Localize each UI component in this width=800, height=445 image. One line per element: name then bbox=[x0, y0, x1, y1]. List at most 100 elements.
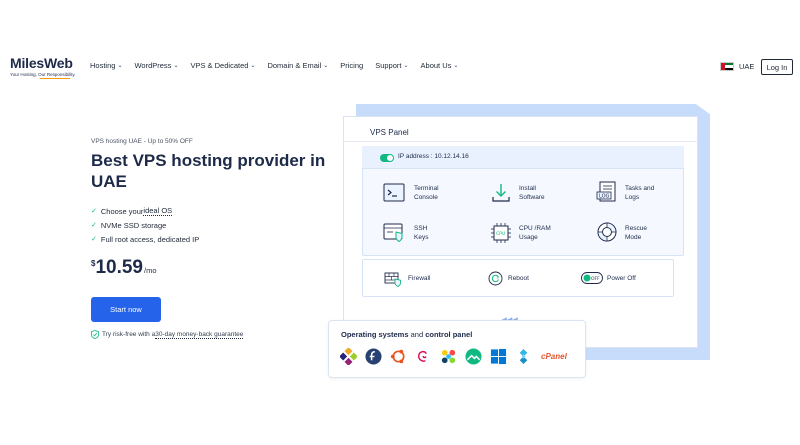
nav-label: WordPress bbox=[134, 61, 172, 70]
feature-text: Choose your bbox=[100, 206, 144, 216]
brand-logo[interactable]: MilesWeb Your Hosting, Our Responsibilit… bbox=[10, 55, 76, 79]
price: $ 10.59 /mo bbox=[91, 257, 157, 279]
svg-text:LOG: LOG bbox=[599, 194, 610, 200]
guarantee-text: Try risk-free with a bbox=[102, 331, 156, 338]
nav-item-support[interactable]: Support ⌄ bbox=[375, 61, 408, 70]
nav-label: Domain & Email bbox=[267, 61, 322, 70]
panel-title: VPS Panel bbox=[370, 128, 409, 137]
reboot-icon[interactable] bbox=[488, 271, 503, 286]
centos-icon bbox=[340, 348, 357, 365]
label-line: Logs bbox=[625, 194, 640, 201]
reboot-label[interactable]: Reboot bbox=[508, 275, 529, 282]
windows-icon bbox=[490, 348, 507, 365]
os-card-title: Operating systems and control panel bbox=[341, 330, 472, 339]
cloudlinux-icon bbox=[519, 348, 528, 365]
login-button[interactable]: Log In bbox=[761, 59, 793, 75]
check-icon: ✓ bbox=[91, 208, 97, 215]
logo-underline bbox=[40, 78, 70, 79]
start-now-button[interactable]: Start now bbox=[91, 297, 161, 322]
nav-item-about-us[interactable]: About Us ⌄ bbox=[421, 61, 459, 70]
label-line: Usage bbox=[519, 234, 538, 241]
feature-label[interactable]: CPU /RAM Usage bbox=[519, 224, 551, 242]
ubuntu-icon bbox=[390, 349, 405, 364]
os-icon-row: cPanel bbox=[340, 348, 567, 365]
logs-icon: LOG bbox=[596, 181, 616, 202]
download-icon bbox=[492, 184, 510, 202]
site-header: MilesWeb Your Hosting, Our Responsibilit… bbox=[0, 0, 800, 82]
label-line: Install bbox=[519, 185, 536, 192]
power-toggle-icon[interactable]: OFF bbox=[581, 272, 603, 284]
title-part: control panel bbox=[425, 330, 473, 339]
chevron-down-icon: ⌄ bbox=[250, 63, 256, 69]
cpu-icon: CPU bbox=[491, 223, 511, 243]
label-line: Terminal bbox=[414, 185, 439, 192]
title-part: and bbox=[408, 330, 426, 339]
lifebuoy-icon bbox=[597, 222, 617, 242]
nav-label: About Us bbox=[420, 61, 452, 70]
main-nav: Hosting ⌄ WordPress ⌄ VPS & Dedicated ⌄ Dom… bbox=[90, 61, 470, 70]
off-text: OFF bbox=[591, 276, 600, 282]
label-line: SSH bbox=[414, 225, 428, 232]
brand-name: MilesWeb bbox=[10, 55, 73, 71]
nav-label: VPS & Dedicated bbox=[190, 61, 249, 70]
brand-tagline: Your Hosting, Our Responsibility. bbox=[10, 72, 76, 77]
rocky-linux-icon bbox=[465, 348, 482, 365]
nav-label: Hosting bbox=[90, 61, 116, 70]
terminal-icon bbox=[383, 183, 405, 202]
label-line: Rescue bbox=[625, 225, 648, 232]
label-line: CPU /RAM bbox=[519, 225, 551, 232]
promo-text: VPS hosting UAE - Up to 50% OFF bbox=[91, 138, 193, 145]
ip-toggle[interactable] bbox=[380, 154, 394, 162]
nav-item-hosting[interactable]: Hosting ⌄ bbox=[90, 61, 122, 70]
debian-icon bbox=[418, 350, 427, 362]
feature-text: Full root access, dedicated IP bbox=[100, 234, 200, 244]
feature-list: ✓ Choose your ideal OS ✓ NVMe SSD storage … bbox=[91, 204, 199, 246]
price-amount: 10.59 bbox=[95, 257, 143, 278]
nav-item-pricing[interactable]: Pricing bbox=[340, 61, 363, 70]
fedora-icon bbox=[365, 348, 382, 365]
check-icon: ✓ bbox=[91, 222, 97, 229]
cpanel-logo: cPanel bbox=[541, 352, 567, 361]
ideal-os-link[interactable]: ideal OS bbox=[143, 206, 173, 216]
label-line: Tasks and bbox=[625, 185, 655, 192]
feature-label[interactable]: Tasks and Logs bbox=[625, 184, 654, 202]
feature-label[interactable]: SSH Keys bbox=[414, 224, 428, 242]
feature-text: NVMe SSD storage bbox=[100, 220, 167, 230]
almalinux-icon bbox=[441, 349, 456, 364]
nav-item-vps-dedicated[interactable]: VPS & Dedicated ⌄ bbox=[190, 61, 255, 70]
nav-label: Support bbox=[375, 61, 402, 70]
feature-label[interactable]: Rescue Mode bbox=[625, 224, 647, 242]
uae-flag-icon[interactable] bbox=[720, 62, 734, 71]
svg-text:CPU: CPU bbox=[496, 231, 505, 237]
label-line: Software bbox=[519, 194, 545, 201]
list-item: ✓ NVMe SSD storage bbox=[91, 218, 199, 232]
ip-address: IP address : 10.12.14.16 bbox=[398, 153, 469, 160]
divider bbox=[343, 141, 698, 142]
feature-label[interactable]: Install Software bbox=[519, 184, 545, 202]
chevron-down-icon: ⌄ bbox=[453, 63, 459, 69]
guarantee: Try risk-free with a 30-day money-back g… bbox=[91, 330, 244, 339]
nav-label: Pricing bbox=[340, 61, 364, 70]
check-icon: ✓ bbox=[91, 236, 97, 243]
label-line: Keys bbox=[414, 234, 429, 241]
label-line: Mode bbox=[625, 234, 642, 241]
chevron-down-icon: ⌄ bbox=[173, 63, 179, 69]
price-period: /mo bbox=[144, 266, 157, 275]
chevron-down-icon: ⌄ bbox=[117, 63, 123, 69]
money-back-link[interactable]: 30-day money-back guarantee bbox=[155, 331, 244, 339]
chevron-down-icon: ⌄ bbox=[323, 63, 329, 69]
firewall-label[interactable]: Firewall bbox=[408, 275, 430, 282]
shield-check-icon bbox=[91, 330, 99, 339]
nav-item-wordpress[interactable]: WordPress ⌄ bbox=[134, 61, 178, 70]
label-line: Console bbox=[414, 194, 438, 201]
chevron-down-icon: ⌄ bbox=[403, 63, 409, 69]
feature-label[interactable]: Terminal Console bbox=[414, 184, 439, 202]
nav-item-domain-email[interactable]: Domain & Email ⌄ bbox=[267, 61, 328, 70]
page-title: Best VPS hosting provider in UAE bbox=[91, 151, 326, 191]
power-off-label[interactable]: Power Off bbox=[607, 275, 636, 282]
region-selector[interactable]: UAE bbox=[739, 62, 754, 71]
title-part: Operating systems bbox=[341, 330, 409, 339]
ssh-key-icon bbox=[383, 223, 403, 243]
firewall-icon[interactable] bbox=[384, 271, 402, 287]
list-item: ✓ Choose your ideal OS bbox=[91, 204, 199, 218]
